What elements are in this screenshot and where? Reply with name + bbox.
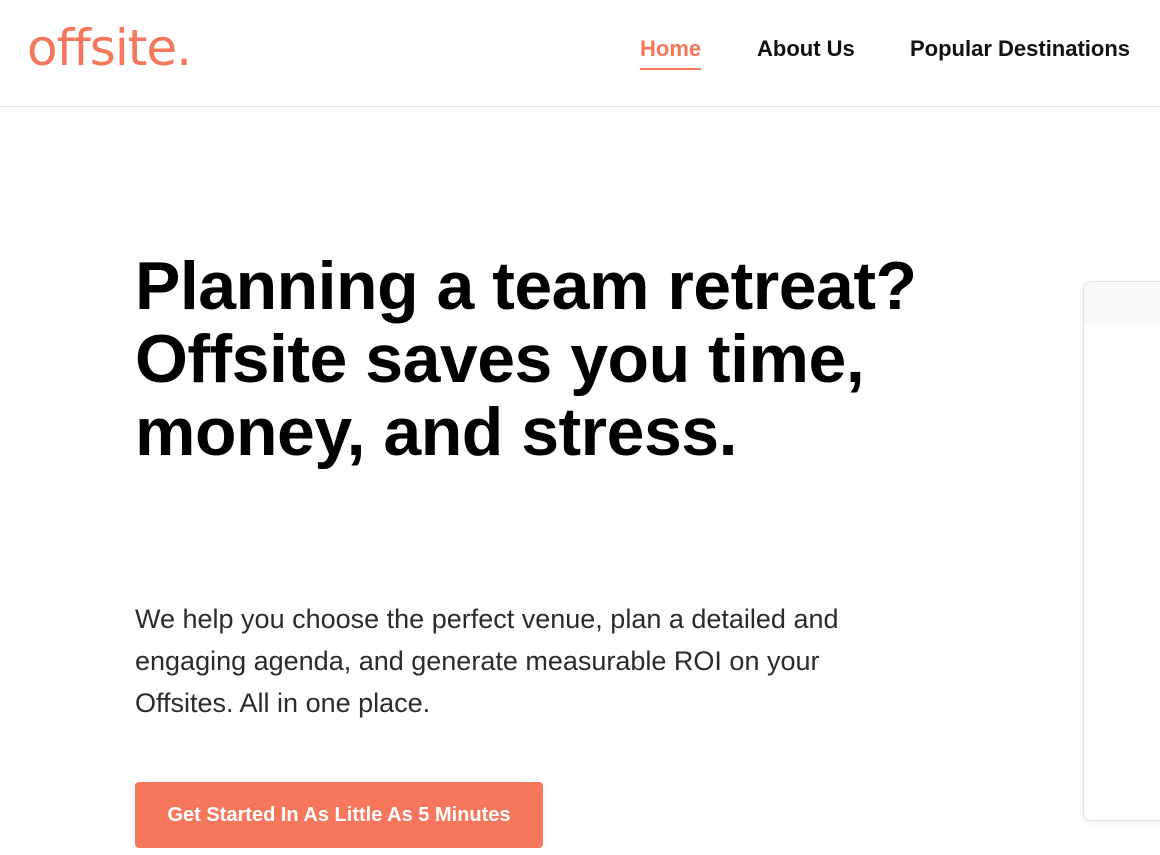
nav-item-popular-destinations[interactable]: Popular Destinations — [910, 34, 1130, 64]
nav-item-label: About Us — [757, 36, 855, 61]
hero-subtitle: We help you choose the perfect venue, pl… — [135, 604, 839, 718]
nav-item-label: Home — [640, 36, 702, 61]
page: offsite. Home About Us Popular Destinati… — [0, 0, 1160, 855]
site-header: offsite. Home About Us Popular Destinati… — [0, 0, 1160, 107]
active-nav-underline — [640, 68, 702, 70]
side-card-header — [1084, 282, 1160, 325]
get-started-button[interactable]: Get Started In As Little As 5 Minutes — [135, 782, 543, 848]
side-card — [1083, 281, 1160, 821]
nav-item-home[interactable]: Home — [640, 34, 702, 70]
nav-item-about-us[interactable]: About Us — [757, 34, 855, 64]
main-nav: Home About Us Popular Destinations — [0, 34, 1160, 74]
hero-title: Planning a team retreat? Offsite saves y… — [135, 248, 917, 470]
nav-item-label: Popular Destinations — [910, 36, 1131, 61]
